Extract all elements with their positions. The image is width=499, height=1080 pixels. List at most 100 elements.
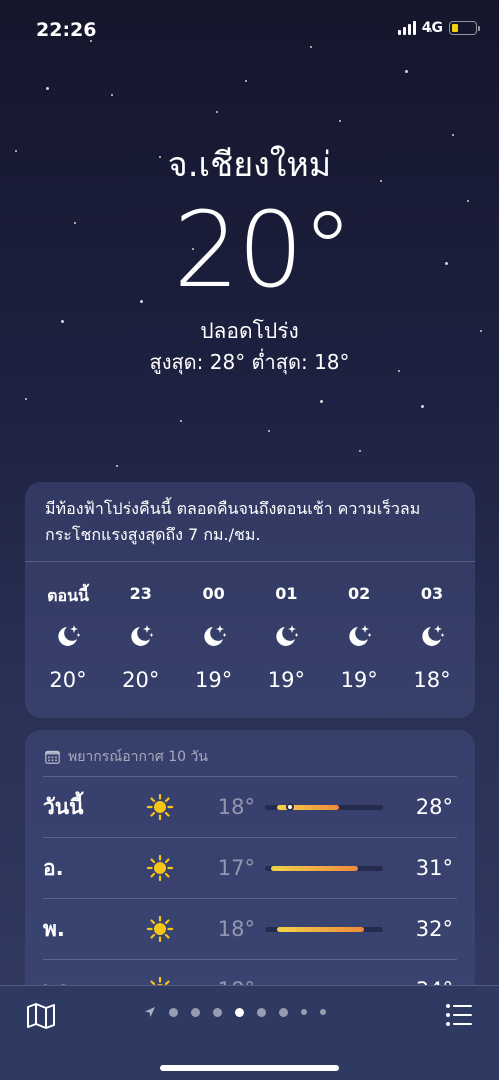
sun-icon: [147, 916, 173, 942]
day-high: 28°: [415, 795, 453, 819]
sun-icon: [147, 794, 173, 820]
hour-label: 03: [420, 584, 444, 603]
star: [405, 70, 408, 73]
current-temp-marker: [285, 803, 294, 811]
hour-item: 01 19°: [251, 562, 321, 692]
temperature-range-fill: [271, 865, 359, 871]
day-high: 32°: [415, 917, 453, 941]
star: [111, 94, 113, 96]
temperature-range-bar: [265, 803, 383, 811]
current-weather-header: จ.เชียงใหม่ 20° ปลอดโปร่ง สูงสุด: 28° ต่…: [0, 140, 499, 378]
day-low: 17°: [217, 856, 255, 880]
battery-level: [452, 24, 458, 32]
home-indicator[interactable]: [160, 1065, 339, 1071]
hour-label: ตอนนี้: [47, 586, 89, 605]
moon-stars-icon: [131, 625, 154, 646]
day-weather-icon: [135, 916, 185, 942]
temperature-range-fill: [277, 926, 365, 932]
network-type: 4G: [421, 20, 443, 36]
hour-label: 01: [275, 584, 298, 603]
temperature-range-bar: [265, 865, 383, 871]
status-bar: 22:26 4G: [0, 0, 499, 58]
star: [268, 430, 270, 432]
star: [180, 420, 182, 422]
hour-item: 02 19°: [324, 562, 394, 692]
star: [421, 405, 424, 408]
star: [452, 134, 454, 136]
temperature-range-bar: [265, 926, 383, 932]
hour-icon: [179, 622, 249, 650]
star: [216, 111, 218, 113]
ten-day-forecast-card[interactable]: พยากรณ์อากาศ 10 วัน วันนี้ 18° 28° อ. 17° 31°…: [25, 730, 475, 1010]
hour-temperature: 19°: [340, 668, 378, 692]
hour-temperature: 20°: [122, 668, 160, 692]
hour-temperature: 19°: [267, 668, 305, 692]
day-row[interactable]: อ. 17° 31°: [43, 837, 457, 898]
hour-label: 23: [129, 584, 152, 603]
hour-item: ตอนนี้ 20°: [33, 562, 103, 692]
page-dot[interactable]: [257, 1007, 266, 1017]
page-dot[interactable]: [279, 1007, 288, 1017]
hour-icon: [33, 622, 103, 650]
day-row[interactable]: วันนี้ 18° 28°: [43, 776, 457, 837]
star: [245, 80, 247, 82]
page-dot[interactable]: [191, 1007, 200, 1017]
hour-item: 23 20°: [106, 562, 176, 692]
star: [25, 398, 27, 400]
page-dot[interactable]: [235, 1007, 244, 1017]
star: [320, 400, 323, 403]
hourly-list[interactable]: ตอนนี้ 20° 23 20° 00 19° 01 19° 02 19° 03 18°: [25, 562, 475, 692]
star: [359, 450, 361, 452]
hour-icon: [397, 622, 467, 650]
status-time: 22:26: [36, 19, 97, 41]
page-dot[interactable]: [169, 1007, 178, 1017]
star: [339, 120, 341, 122]
star: [46, 87, 49, 90]
day-name: อ.: [43, 855, 64, 880]
city-name: จ.เชียงใหม่: [167, 145, 332, 185]
day-name: วันนี้: [43, 794, 84, 819]
hour-label: 02: [348, 584, 371, 603]
moon-stars-icon: [422, 625, 445, 646]
day-weather-icon: [135, 794, 185, 820]
ten-day-title: พยากรณ์อากาศ 10 วัน: [68, 749, 208, 765]
map-icon[interactable]: [26, 1002, 56, 1030]
page-dot[interactable]: [301, 1009, 307, 1015]
hour-item: 00 19°: [179, 562, 249, 692]
bottom-toolbar: [0, 985, 499, 1080]
battery-icon: [449, 21, 480, 35]
location-arrow-icon: [145, 1007, 155, 1017]
day-low: 18°: [217, 795, 255, 819]
cellular-signal-icon: [397, 21, 416, 35]
ten-day-header: พยากรณ์อากาศ 10 วัน: [25, 730, 475, 776]
page-dot[interactable]: [320, 1009, 326, 1015]
moon-stars-icon: [58, 625, 81, 646]
status-indicators: 4G: [397, 20, 480, 36]
moon-stars-icon: [349, 625, 372, 646]
hour-item: 03 18°: [397, 562, 467, 692]
day-row[interactable]: พ. 18° 32°: [43, 898, 457, 959]
day-low: 18°: [217, 917, 255, 941]
hour-temperature: 18°: [413, 668, 451, 692]
list-icon[interactable]: [445, 1002, 473, 1028]
hourly-forecast-card[interactable]: มีท้องฟ้าโปร่งคืนนี้ ตลอดคืนจนถึงตอนเช้า…: [25, 482, 475, 718]
moon-stars-icon: [276, 625, 299, 646]
sun-icon: [147, 855, 173, 881]
current-condition: ปลอดโปร่ง: [200, 319, 299, 343]
star: [116, 465, 118, 467]
hour-temperature: 20°: [49, 668, 87, 692]
day-high: 31°: [415, 856, 453, 880]
calendar-icon: [45, 750, 60, 764]
day-name: พ.: [43, 916, 65, 941]
hour-temperature: 19°: [194, 668, 233, 692]
moon-stars-icon: [203, 625, 227, 646]
hour-icon: [251, 622, 321, 650]
hour-icon: [106, 622, 176, 650]
page-indicator[interactable]: [144, 1006, 326, 1018]
day-weather-icon: [135, 855, 185, 881]
hourly-summary: มีท้องฟ้าโปร่งคืนนี้ ตลอดคืนจนถึงตอนเช้า…: [25, 482, 475, 562]
day-list: วันนี้18°28°อ.17°31°พ.18°32°พฤ.18°34°: [25, 776, 475, 1010]
page-dot[interactable]: [213, 1007, 222, 1017]
high-low-temperature: สูงสุด: 28° ต่ำสุด: 18°: [149, 350, 350, 374]
hour-label: 00: [202, 584, 225, 603]
